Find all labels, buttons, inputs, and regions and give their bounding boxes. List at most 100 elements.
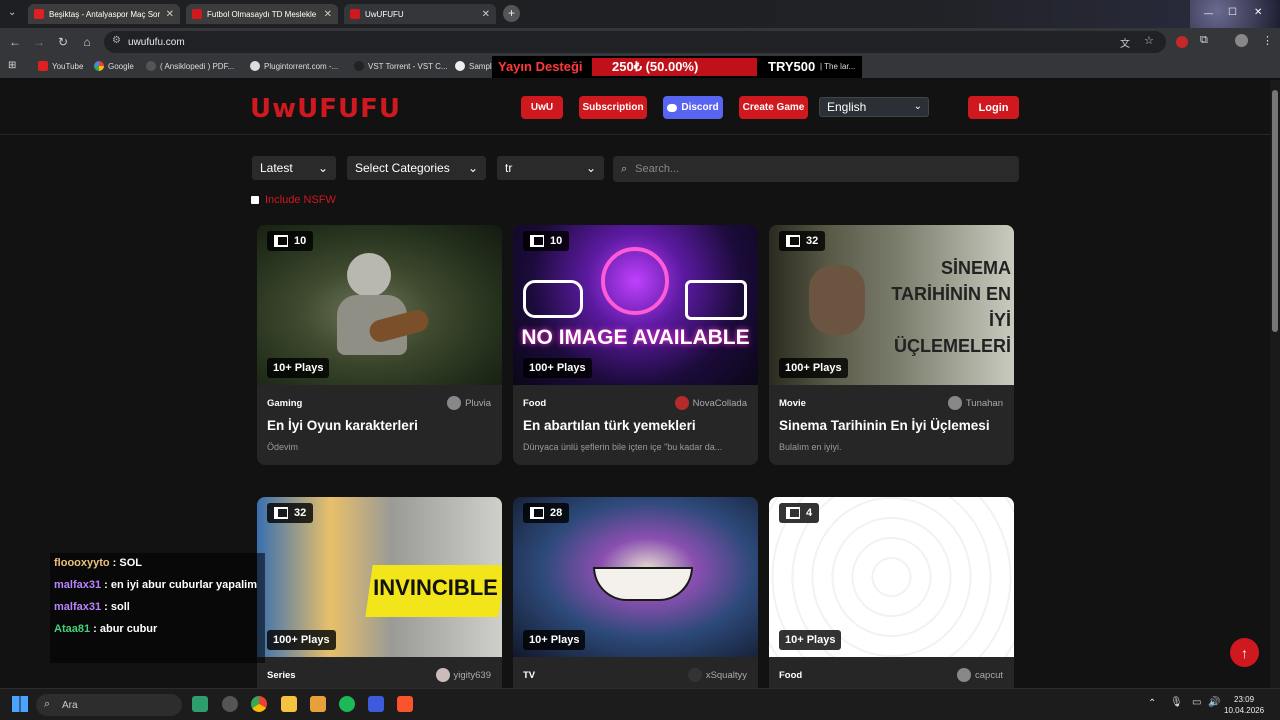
bookmark-ansiklopedi[interactable]: ( Ansiklopedi ) PDF...	[146, 61, 234, 71]
translate-icon[interactable]: 文	[1120, 35, 1130, 50]
windows-start-icon[interactable]	[12, 696, 28, 712]
search-input[interactable]	[635, 163, 996, 175]
chrome-app-icon[interactable]	[251, 696, 267, 712]
tab-list-icon[interactable]: ⌄	[8, 7, 16, 18]
bookmark-plugintorrent[interactable]: Plugintorrent.com -...	[250, 61, 338, 71]
discord-app-icon[interactable]	[192, 696, 208, 712]
adblock-extension-icon[interactable]	[1176, 36, 1188, 48]
tab-uwufufu[interactable]: UwUFUFU ✕	[344, 4, 496, 24]
close-window-icon[interactable]: ✕	[1254, 7, 1262, 18]
tab-futbol[interactable]: Futbol Olmasaydı TD Meslekle ✕	[186, 4, 338, 24]
home-icon[interactable]: ⌂	[80, 35, 94, 49]
tray-chevron-icon[interactable]: ⌃	[1148, 698, 1156, 709]
card-category: Series	[267, 670, 296, 681]
bookmark-youtube[interactable]: YouTube	[38, 61, 83, 71]
bookmark-vst-torrent[interactable]: VST Torrent - VST C...	[354, 61, 448, 71]
browser-menu-icon[interactable]: ⋮	[1262, 34, 1273, 47]
game-card[interactable]: 10 10+ Plays Gaming Pluvia En İyi Oyun k…	[257, 225, 502, 465]
music-note-icon	[601, 247, 669, 315]
chat-text: : en iyi abur cuburlar yapalim	[101, 579, 257, 591]
game-card[interactable]: 4 10+ Plays Food capcut	[769, 497, 1014, 688]
language-select[interactable]: English ⌄	[819, 97, 929, 117]
microphone-icon[interactable]: 🎙	[1170, 697, 1183, 708]
search-box[interactable]: ⌕	[613, 156, 1019, 182]
globe-icon	[146, 61, 156, 71]
spotify-app-icon[interactable]	[339, 696, 355, 712]
subscription-button[interactable]: Subscription	[579, 96, 647, 119]
create-game-button[interactable]: Create Game	[739, 96, 808, 119]
locale-select[interactable]: tr ⌄	[497, 156, 604, 180]
back-icon[interactable]: ←	[8, 35, 22, 49]
close-icon[interactable]: ✕	[166, 9, 174, 20]
card-title[interactable]: En İyi Oyun karakterleri	[267, 418, 418, 433]
url-field[interactable]: ⚙ uwufufu.com 文 ☆	[104, 31, 1166, 53]
notes-app-icon[interactable]	[368, 696, 384, 712]
question-count-badge: 10	[267, 231, 314, 251]
network-icon[interactable]: ▭	[1192, 697, 1201, 708]
discord-button[interactable]: Discord	[663, 96, 723, 119]
site-logo[interactable]: UwUFUFU	[250, 94, 401, 124]
maximize-icon[interactable]: ☐	[1228, 7, 1237, 18]
forward-icon[interactable]: →	[32, 35, 46, 49]
apps-grid-icon[interactable]: ⊞	[8, 60, 16, 71]
plays-badge: 10+ Plays	[267, 358, 330, 378]
close-icon[interactable]: ✕	[324, 9, 332, 20]
card-title[interactable]: Sinema Tarihinin En İyi Üçlemesi	[779, 418, 990, 433]
card-description: Bulalım en iyiyi.	[779, 442, 842, 452]
volume-icon[interactable]: 🔊	[1208, 697, 1220, 708]
author-name: yigity639	[453, 669, 492, 681]
file-explorer-icon[interactable]	[281, 696, 297, 712]
brave-app-icon[interactable]	[397, 696, 413, 712]
categories-select[interactable]: Select Categories ⌄	[347, 156, 486, 180]
question-count-badge: 4	[779, 503, 820, 523]
joker-grin-image	[593, 567, 693, 601]
avatar	[447, 396, 462, 410]
game-card[interactable]: INVINCIBLE 32 100+ Plays Series yigity63…	[257, 497, 502, 688]
close-icon[interactable]: ✕	[482, 9, 490, 20]
profile-avatar[interactable]	[1235, 34, 1248, 47]
sort-select[interactable]: Latest ⌄	[252, 156, 336, 180]
scroll-to-top-button[interactable]: ↑	[1230, 638, 1259, 667]
ticker-text: | The lar...	[820, 62, 856, 71]
card-author[interactable]: Tunahan	[947, 396, 1003, 410]
extensions-icon[interactable]: ⧉	[1200, 34, 1208, 47]
url-text: uwufufu.com	[128, 36, 185, 48]
bookmark-google[interactable]: Google	[94, 61, 134, 71]
taskbar-search[interactable]: ⌕ Ara	[36, 694, 182, 716]
bookmark-star-icon[interactable]: ☆	[1144, 34, 1154, 47]
nsfw-toggle[interactable]: Include NSFW	[251, 194, 336, 206]
game-card[interactable]: SİNEMA TARİHİNİN EN İYİ ÜÇLEMELERİ 32 10…	[769, 225, 1014, 465]
chat-user: malfax31	[54, 601, 102, 613]
page-scrollbar[interactable]	[1270, 80, 1280, 688]
reload-icon[interactable]: ↻	[56, 35, 70, 49]
browser-tab-bar: ⌄ Beşiktaş - Antalyaspor Maç Sor ✕ Futbo…	[0, 0, 1280, 28]
steam-app-icon[interactable]	[222, 696, 238, 712]
tab-title: Beşiktaş - Antalyaspor Maç Sor	[49, 9, 161, 19]
tab-besiktas[interactable]: Beşiktaş - Antalyaspor Maç Sor ✕	[28, 4, 180, 24]
scrollbar-thumb[interactable]	[1272, 90, 1278, 332]
site-info-icon[interactable]: ⚙	[112, 35, 121, 46]
card-author[interactable]: NovaCollada	[674, 396, 747, 410]
card-author[interactable]: capcut	[957, 668, 1003, 682]
nsfw-checkbox[interactable]	[251, 196, 259, 204]
card-author[interactable]: yigity639	[435, 668, 492, 682]
question-count: 32	[294, 507, 307, 519]
app-shield-icon[interactable]	[310, 696, 326, 712]
uwu-button[interactable]: UwU	[521, 96, 563, 119]
chevron-down-icon: ⌄	[913, 101, 922, 112]
card-author[interactable]: xSqualtyy	[687, 668, 747, 682]
invincible-logo-text: INVINCIBLE	[373, 575, 498, 600]
uwufufu-favicon-icon	[350, 9, 360, 19]
game-card[interactable]: 28 10+ Plays TV xSqualtyy	[513, 497, 758, 688]
new-tab-icon[interactable]: +	[503, 5, 520, 22]
taskbar-clock[interactable]: 23:09 10.04.2026	[1224, 694, 1264, 716]
game-card[interactable]: NO IMAGE AVAILABLE 10 100+ Plays Food No…	[513, 225, 758, 465]
card-author[interactable]: Pluvia	[447, 396, 491, 410]
card-title[interactable]: En abartılan türk yemekleri	[523, 418, 696, 433]
login-button[interactable]: Login	[968, 96, 1019, 119]
sample-icon	[455, 61, 465, 71]
donation-progress-text: 250₺ (50.00%)	[612, 59, 699, 74]
bookmark-sampl[interactable]: Sampl	[455, 61, 492, 71]
chat-text: : abur cubur	[90, 623, 158, 635]
minimize-icon[interactable]: —	[1204, 8, 1213, 18]
